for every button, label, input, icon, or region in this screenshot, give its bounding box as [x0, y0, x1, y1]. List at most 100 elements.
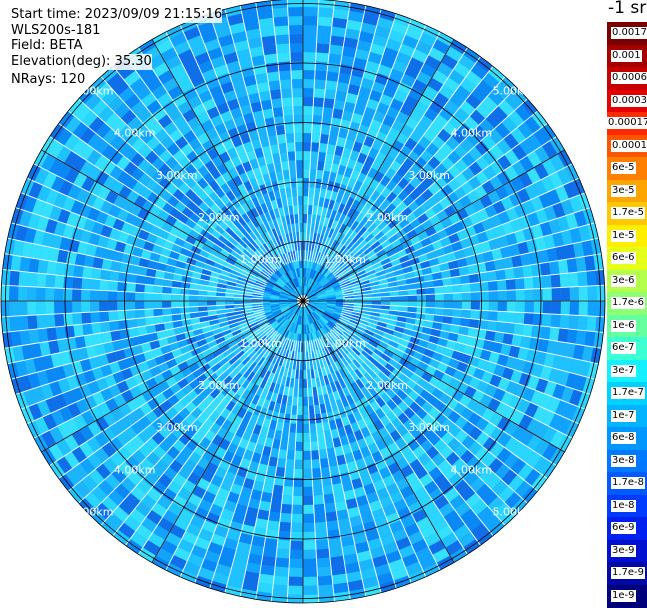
range-gate-cell: [264, 53, 278, 64]
range-gate-cell: [303, 79, 315, 89]
range-gate-cell: [153, 285, 163, 294]
range-gate-cell: [276, 539, 291, 550]
colorbar-tick-label: 0.001: [611, 49, 642, 62]
range-gate-cell: [314, 70, 328, 81]
range-gate-cell: [272, 107, 284, 118]
range-gate-cell: [514, 277, 525, 290]
range-gate-cell: [443, 301, 453, 309]
range-gate-cell: [488, 290, 498, 301]
range-gate-cell: [303, 405, 309, 415]
range-gate-cell: [443, 308, 453, 317]
range-gate-cell: [36, 273, 47, 288]
range-gate-cell: [532, 313, 543, 327]
range-gate-cell: [303, 88, 315, 98]
range-gate-cell: [568, 314, 579, 330]
range-gate-cell: [488, 301, 498, 312]
range-gate-cell: [295, 432, 303, 442]
colorbar-tick-label: 1e-6: [611, 319, 636, 332]
range-gate-cell: [108, 301, 118, 312]
range-gate-cell: [289, 52, 303, 62]
colorbar-tick-label: 3e-5: [611, 184, 636, 197]
range-gate-cell: [135, 292, 145, 301]
range-gate-cell: [578, 301, 588, 316]
range-gate-cell: [303, 187, 309, 197]
range-gate-cell: [18, 271, 29, 287]
range-gate-cell: [55, 326, 66, 340]
range-gate-cell: [37, 327, 49, 343]
range-ring-label: 1.00km: [324, 253, 366, 266]
range-gate-cell: [497, 290, 507, 301]
range-gate-cell: [311, 133, 321, 143]
range-gate-cell: [180, 294, 190, 301]
colorbar-tick-label: 0.0017: [611, 27, 647, 40]
range-ring-label: 3.00km: [156, 169, 198, 182]
range-gate-cell: [46, 327, 58, 342]
range-gate-cell: [276, 548, 290, 559]
range-gate-cell: [540, 326, 551, 340]
range-ring-label: 3.00km: [408, 169, 450, 182]
range-gate-cell: [425, 294, 435, 301]
range-gate-cell: [63, 301, 73, 314]
range-gate-cell: [425, 301, 435, 308]
range-gate-cell: [312, 106, 324, 117]
range-gate-cell: [303, 61, 316, 71]
range-gate-cell: [36, 314, 47, 329]
range-gate-cell: [294, 142, 303, 152]
range-gate-cell: [272, 584, 289, 595]
range-gate-cell: [569, 301, 579, 316]
range-gate-cell: [292, 486, 303, 496]
range-ring-label: 2.00km: [366, 211, 408, 224]
range-gate-cell: [330, 26, 347, 38]
range-gate-cell: [496, 311, 507, 323]
range-gate-cell: [314, 79, 327, 90]
range-gate-cell: [323, 493, 335, 504]
range-gate-cell: [315, 52, 330, 63]
range-gate-cell: [290, 70, 303, 80]
range-gate-cell: [288, 567, 303, 577]
range-gate-cell: [303, 486, 314, 496]
range-gate-cell: [452, 301, 462, 310]
range-gate-cell: [91, 267, 102, 280]
range-gate-cell: [291, 88, 303, 98]
range-gate-cell: [99, 290, 109, 301]
range-gate-cell: [81, 301, 91, 313]
range-gate-cell: [266, 71, 280, 82]
range-gate-cell: [557, 327, 569, 343]
range-ring-label: 3.00km: [408, 421, 450, 434]
range-gate-cell: [284, 468, 295, 478]
range-gate-cell: [548, 327, 560, 342]
range-ring-label: 5.00km: [493, 505, 535, 518]
range-gate-cell: [569, 286, 579, 301]
range-gate-cell: [9, 285, 19, 301]
range-gate-cell: [303, 151, 311, 161]
range-gate-cell: [268, 80, 281, 91]
elevation-text: Elevation(deg): 35.30: [11, 54, 152, 70]
ppi-scan-display: 1.00km 1.00km 1.00km 1.00km 2.00km 2.00km 2.00…: [0, 0, 606, 604]
range-gate-cell: [294, 133, 303, 143]
range-gate-cell: [461, 283, 471, 293]
colorbar-tick-label: 6e-8: [611, 432, 636, 445]
range-gate-cell: [303, 567, 318, 577]
range-gate-cell: [303, 52, 317, 62]
colorbar-tick-label: 1e-8: [611, 499, 636, 512]
range-gate-cell: [325, 511, 338, 522]
range-gate-cell: [63, 313, 74, 327]
range-gate-cell: [272, 7, 289, 18]
range-gate-cell: [303, 495, 314, 505]
range-ring-label: 1.00km: [324, 337, 366, 350]
range-gate-cell: [531, 325, 542, 339]
range-gate-cell: [407, 301, 417, 307]
range-ring-label: 2.00km: [366, 379, 408, 392]
range-gate-cell: [54, 274, 65, 289]
range-gate-cell: [303, 468, 313, 478]
colorbar-tick-label: 3e-7: [611, 364, 636, 377]
range-gate-cell: [303, 43, 317, 53]
range-gate-cell: [292, 97, 303, 107]
range-gate-cell: [82, 323, 93, 336]
range-gate-cell: [557, 259, 569, 275]
range-gate-cell: [323, 98, 335, 109]
range-gate-cell: [54, 301, 64, 315]
range-gate-cell: [315, 530, 329, 541]
range-gate-cell: [470, 301, 480, 311]
range-gate-cell: [315, 61, 329, 72]
